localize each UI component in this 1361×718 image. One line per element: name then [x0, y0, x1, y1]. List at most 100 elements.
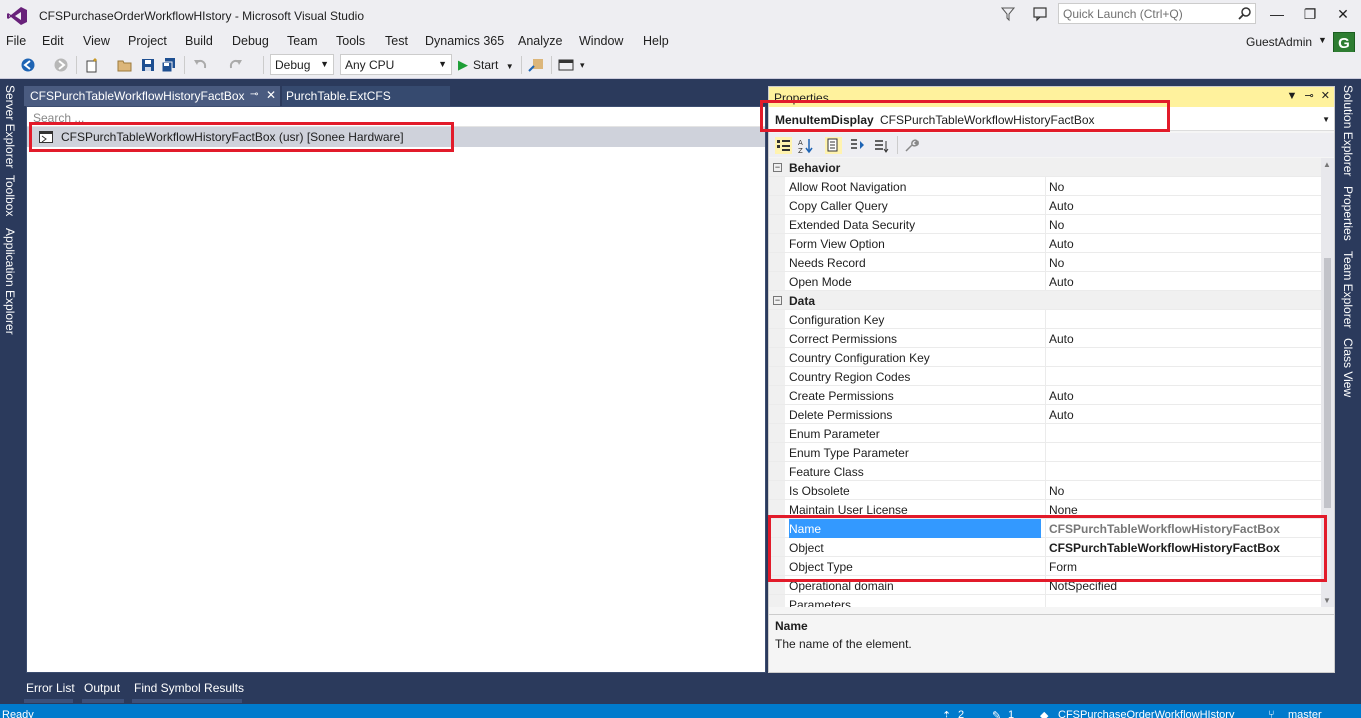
menu-tools[interactable]: Tools — [336, 34, 365, 48]
menu-dynamics-365[interactable]: Dynamics 365 — [425, 34, 504, 48]
find-in-files-icon[interactable] — [528, 57, 544, 73]
category-data[interactable]: − Data — [769, 291, 1321, 310]
pending-changes-count[interactable]: 2 — [958, 709, 964, 718]
property-value[interactable]: Auto — [1049, 237, 1074, 251]
scrollbar-thumb[interactable] — [1324, 258, 1331, 508]
tab-team-explorer[interactable]: Team Explorer — [1341, 251, 1355, 328]
properties-view-icon[interactable] — [825, 137, 842, 154]
tab-solution-explorer[interactable]: Solution Explorer — [1341, 85, 1355, 176]
property-row-country-configuration-key[interactable]: Country Configuration Key — [769, 348, 1321, 367]
category-behavior[interactable]: − Behavior — [769, 158, 1321, 177]
property-row-correct-permissions[interactable]: Correct Permissions Auto — [769, 329, 1321, 348]
tab-class-view[interactable]: Class View — [1341, 338, 1355, 397]
chevron-down-icon[interactable]: ▼ — [1318, 35, 1327, 45]
chevron-down-icon[interactable]: ▼ — [1322, 115, 1330, 124]
scroll-down-icon[interactable]: ▼ — [1323, 596, 1331, 605]
save-icon[interactable] — [140, 57, 156, 73]
tab-cfspurchtableworkflowhistoryfactbox[interactable]: CFSPurchTableWorkflowHistoryFactBox ⊸ ✕ — [24, 86, 280, 106]
tab-application-explorer[interactable]: Application Explorer — [3, 228, 17, 335]
window-layout-icon[interactable] — [558, 57, 574, 73]
tab-purchtable-extcfs[interactable]: PurchTable.ExtCFS — [282, 86, 450, 106]
pin-icon[interactable]: ⊸ — [250, 89, 258, 100]
categorized-icon[interactable] — [775, 137, 792, 154]
property-row-configuration-key[interactable]: Configuration Key — [769, 310, 1321, 329]
property-row-open-mode[interactable]: Open Mode Auto — [769, 272, 1321, 291]
tab-properties[interactable]: Properties — [1341, 186, 1355, 241]
property-value[interactable]: No — [1049, 180, 1064, 194]
solution-platform-select[interactable]: Any CPU ▼ — [340, 54, 452, 75]
property-value[interactable]: Auto — [1049, 199, 1074, 213]
open-folder-icon[interactable] — [117, 57, 133, 73]
minimize-button[interactable]: — — [1262, 4, 1292, 24]
maximize-button[interactable]: ❐ — [1295, 4, 1325, 24]
menu-file[interactable]: File — [6, 34, 26, 48]
property-row-country-region-codes[interactable]: Country Region Codes — [769, 367, 1321, 386]
events-icon[interactable] — [849, 137, 866, 154]
property-value[interactable]: Auto — [1049, 389, 1074, 403]
menu-build[interactable]: Build — [185, 34, 213, 48]
collapse-icon[interactable]: − — [773, 296, 782, 305]
property-row-is-obsolete[interactable]: Is Obsolete No — [769, 481, 1321, 500]
back-icon[interactable] — [20, 57, 36, 73]
menu-debug[interactable]: Debug — [232, 34, 269, 48]
tab-error-list[interactable]: Error List — [26, 681, 75, 695]
pin-icon[interactable]: ⊸ — [1305, 90, 1314, 102]
scroll-up-icon[interactable]: ▲ — [1323, 160, 1331, 169]
branch-icon[interactable]: ⑂ — [1268, 709, 1275, 718]
start-debugging-button[interactable]: ▶ Start ▼ — [458, 57, 514, 73]
property-row-extended-data-security[interactable]: Extended Data Security No — [769, 215, 1321, 234]
edits-count[interactable]: 1 — [1008, 709, 1014, 718]
tab-server-explorer[interactable]: Server Explorer — [3, 85, 17, 168]
menu-window[interactable]: Window — [579, 34, 623, 48]
new-project-icon[interactable] — [84, 57, 100, 73]
menu-analyze[interactable]: Analyze — [518, 34, 562, 48]
close-icon[interactable]: ✕ — [266, 88, 276, 102]
property-value[interactable]: Auto — [1049, 408, 1074, 422]
property-row-delete-permissions[interactable]: Delete Permissions Auto — [769, 405, 1321, 424]
account-name[interactable]: GuestAdmin — [1246, 35, 1312, 49]
property-value[interactable]: No — [1049, 256, 1064, 270]
property-value[interactable]: Auto — [1049, 275, 1074, 289]
tab-output[interactable]: Output — [84, 681, 120, 695]
menu-test[interactable]: Test — [385, 34, 408, 48]
property-pages-icon[interactable] — [873, 137, 890, 154]
tab-find-symbol-results[interactable]: Find Symbol Results — [134, 681, 244, 695]
menu-view[interactable]: View — [83, 34, 110, 48]
feedback-icon[interactable] — [1032, 6, 1048, 22]
property-row-enum-type-parameter[interactable]: Enum Type Parameter — [769, 443, 1321, 462]
quick-launch-input[interactable]: Quick Launch (Ctrl+Q) — [1058, 3, 1256, 24]
property-row-allow-root-navigation[interactable]: Allow Root Navigation No — [769, 177, 1321, 196]
property-row-copy-caller-query[interactable]: Copy Caller Query Auto — [769, 196, 1321, 215]
property-row-form-view-option[interactable]: Form View Option Auto — [769, 234, 1321, 253]
alphabetical-icon[interactable]: AZ — [797, 137, 814, 154]
wrench-icon[interactable] — [903, 137, 920, 154]
redo-icon[interactable] — [228, 57, 244, 73]
branch-name[interactable]: master — [1288, 709, 1322, 718]
close-button[interactable]: ✕ — [1328, 4, 1358, 24]
solution-configuration-select[interactable]: Debug ▼ — [270, 54, 334, 75]
property-row-parameters[interactable]: Parameters — [769, 595, 1321, 607]
menu-team[interactable]: Team — [287, 34, 318, 48]
close-icon[interactable]: ✕ — [1321, 90, 1330, 102]
property-value[interactable]: No — [1049, 484, 1064, 498]
save-all-icon[interactable] — [161, 57, 177, 73]
menu-help[interactable]: Help — [643, 34, 669, 48]
property-row-needs-record[interactable]: Needs Record No — [769, 253, 1321, 272]
tab-toolbox[interactable]: Toolbox — [3, 175, 17, 216]
property-value[interactable]: Auto — [1049, 332, 1074, 346]
project-name[interactable]: CFSPurchaseOrderWorkflowHIstory — [1058, 709, 1234, 718]
property-value[interactable]: No — [1049, 218, 1064, 232]
menu-edit[interactable]: Edit — [42, 34, 64, 48]
collapse-icon[interactable]: − — [773, 163, 782, 172]
repository-icon[interactable]: ◆ — [1040, 709, 1048, 718]
property-row-enum-parameter[interactable]: Enum Parameter — [769, 424, 1321, 443]
property-row-create-permissions[interactable]: Create Permissions Auto — [769, 386, 1321, 405]
dropdown-icon[interactable]: ▼ — [1287, 90, 1298, 102]
avatar[interactable]: G — [1333, 32, 1355, 54]
notifications-icon[interactable] — [1000, 6, 1016, 22]
menu-project[interactable]: Project — [128, 34, 167, 48]
edit-icon[interactable]: ✎ — [992, 709, 1001, 718]
toolbar-overflow-icon[interactable]: ▾ — [580, 60, 585, 71]
property-row-feature-class[interactable]: Feature Class — [769, 462, 1321, 481]
pending-changes-icon[interactable]: ⇡ — [942, 709, 951, 718]
